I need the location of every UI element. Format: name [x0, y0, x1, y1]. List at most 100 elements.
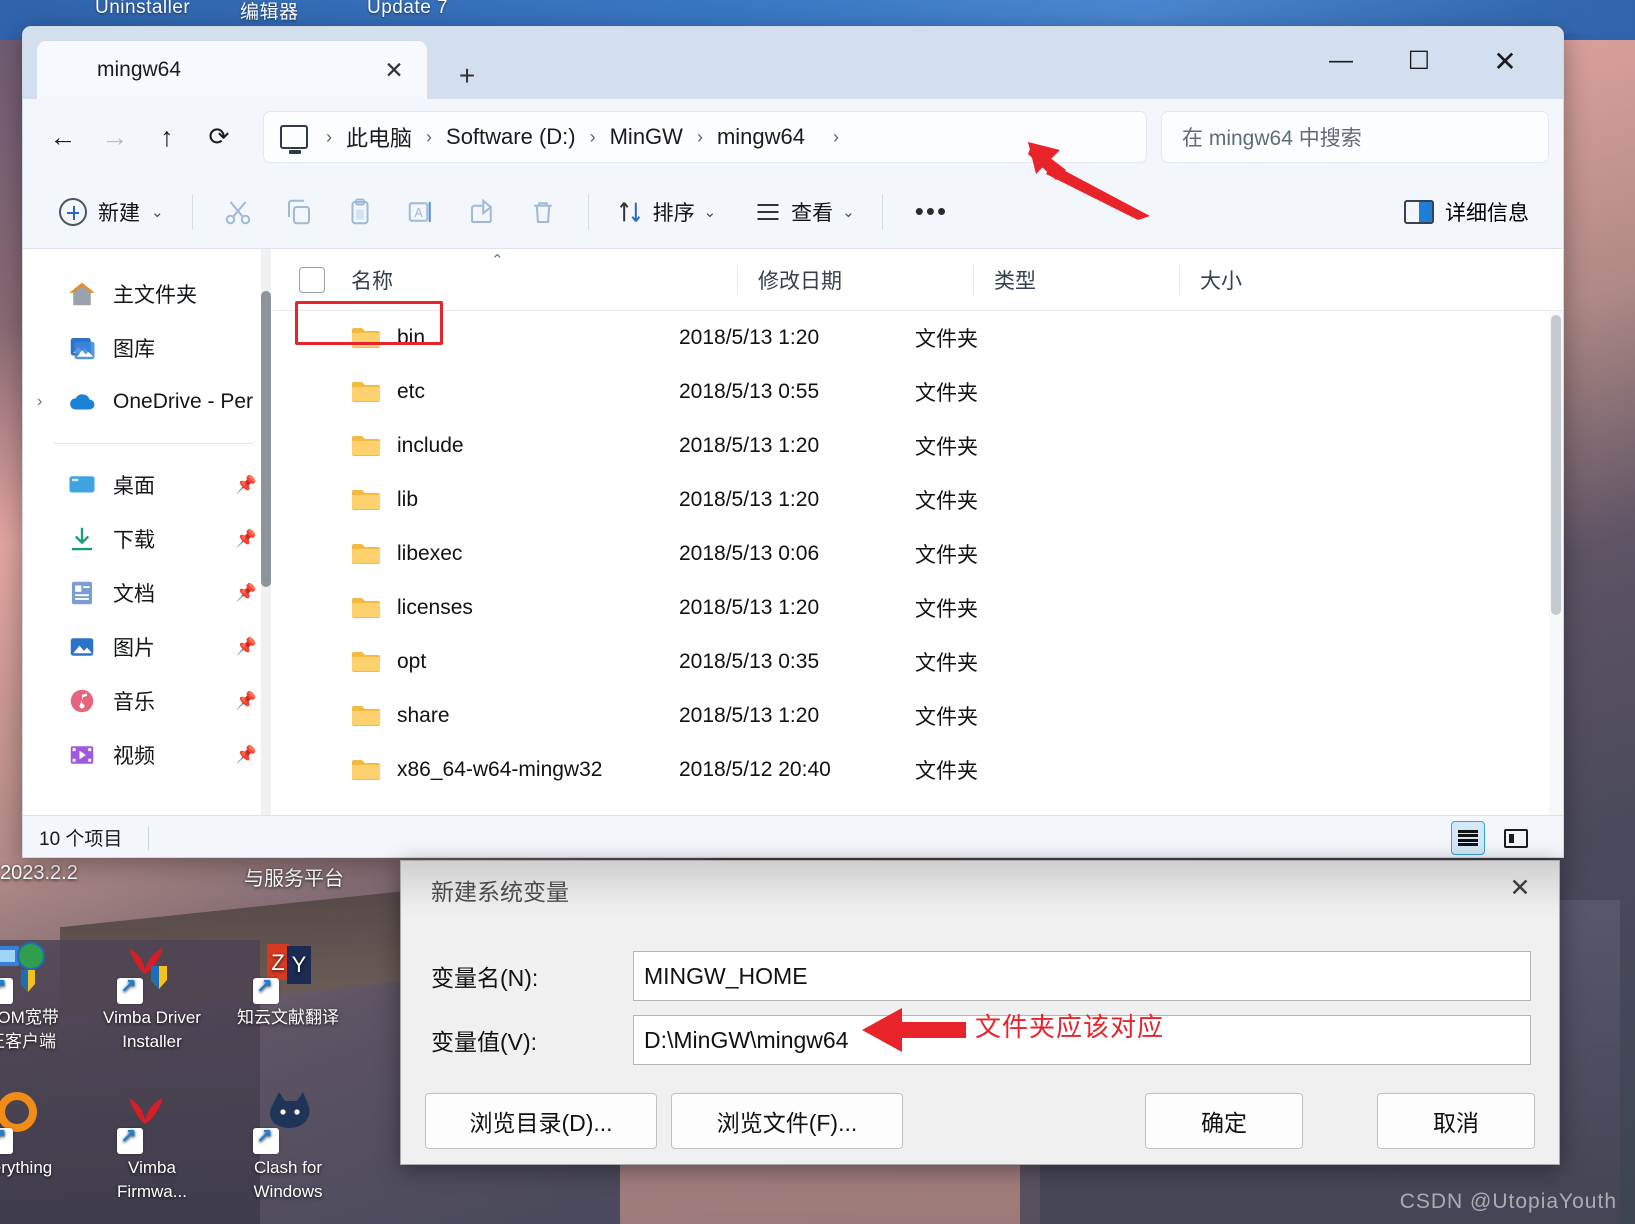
vimba-icon	[117, 940, 183, 1004]
minimize-button[interactable]: —	[1311, 37, 1371, 85]
tab-mingw64[interactable]: mingw64 ✕	[37, 41, 427, 99]
sidebar-item-music[interactable]: 音乐 📌	[23, 674, 273, 728]
desktop-icon-com-broadband[interactable]: COM宽带 正客户端	[0, 940, 82, 1054]
ok-button[interactable]: 确定	[1145, 1093, 1303, 1149]
table-row[interactable]: etc 2018/5/13 0:55 文件夹	[273, 365, 1563, 419]
up-button[interactable]: ↑	[141, 111, 193, 163]
breadcrumb-separator-trailing[interactable]: ›	[833, 127, 839, 148]
view-button[interactable]: 查看 ⌄	[743, 191, 866, 233]
sidebar-item-videos[interactable]: 视频 📌	[23, 728, 273, 782]
pin-icon[interactable]: 📌	[236, 637, 257, 657]
more-options-button[interactable]: •••	[899, 196, 964, 227]
new-button[interactable]: 新建 ⌄	[47, 191, 176, 233]
column-header-size[interactable]: 大小	[1179, 264, 1319, 295]
browse-directory-button[interactable]: 浏览目录(D)...	[425, 1093, 657, 1149]
rename-button[interactable]: A	[392, 187, 450, 237]
column-header-type[interactable]: 类型	[973, 264, 1179, 295]
select-all-checkbox[interactable]	[299, 266, 325, 293]
table-row[interactable]: libexec 2018/5/13 0:06 文件夹	[273, 527, 1563, 581]
paste-button[interactable]	[331, 187, 389, 237]
delete-button[interactable]	[514, 187, 572, 237]
desktop-icon-vimba-firmware[interactable]: Vimba Firmwa...	[92, 1090, 212, 1204]
sort-ascending-caret: ⌃	[491, 252, 504, 269]
dialog-close-button[interactable]: ✕	[1499, 869, 1541, 907]
everything-icon	[0, 1090, 53, 1154]
tiles-view-toggle[interactable]	[1499, 821, 1533, 855]
sidebar-item-gallery[interactable]: 图库	[23, 321, 273, 375]
sidebar-item-documents[interactable]: 文档 📌	[23, 566, 273, 620]
table-row[interactable]: opt 2018/5/13 0:35 文件夹	[273, 635, 1563, 689]
close-window-button[interactable]: ✕	[1475, 37, 1535, 85]
plus-icon	[59, 197, 87, 226]
chevron-right-icon[interactable]: ›	[37, 393, 65, 411]
cut-button[interactable]	[209, 187, 267, 237]
file-name-cell: opt	[273, 650, 659, 674]
sidebar-item-pictures[interactable]: 图片 📌	[23, 620, 273, 674]
this-pc-icon	[280, 125, 308, 154]
new-tab-button[interactable]: +	[447, 57, 487, 95]
copy-button[interactable]	[270, 187, 328, 237]
pin-icon[interactable]: 📌	[236, 745, 257, 765]
maximize-button[interactable]: ☐	[1389, 37, 1449, 85]
table-row[interactable]: lib 2018/5/13 1:20 文件夹	[273, 473, 1563, 527]
pin-icon[interactable]: 📌	[236, 583, 257, 603]
breadcrumb-item-software-d[interactable]: Software (D:)	[432, 124, 590, 150]
file-list-pane: 名称 修改日期 类型 大小 ⌃ bin 2018/5/13 1:20 文件夹 etc 2…	[273, 249, 1563, 815]
desktop-icon-zhiyun-translate[interactable]: Z Y 知云文献翻译	[228, 940, 348, 1030]
variable-name-input[interactable]: MINGW_HOME	[633, 951, 1531, 1001]
breadcrumb-item-mingw64[interactable]: mingw64	[703, 124, 819, 150]
sidebar-item-label: 视频	[113, 745, 155, 768]
file-type-cell: 文件夹	[915, 436, 978, 459]
file-type-cell: 文件夹	[915, 490, 978, 513]
table-row[interactable]: bin 2018/5/13 1:20 文件夹	[273, 301, 1563, 365]
column-header-modified[interactable]: 修改日期	[737, 264, 973, 295]
toolbar-divider	[587, 193, 589, 230]
desktop-icon-label-2: 正客户端	[0, 1032, 56, 1051]
file-name-label: bin	[397, 326, 426, 349]
sidebar-item-onedrive[interactable]: › OneDrive - Per	[23, 375, 273, 429]
back-button[interactable]: ←	[37, 111, 89, 163]
breadcrumb[interactable]: › 此电脑 › Software (D:) › MinGW › mingw64 …	[263, 111, 1147, 163]
sidebar-item-desktop[interactable]: 桌面 📌	[23, 458, 273, 512]
table-row[interactable]: x86_64-w64-mingw32 2018/5/12 20:40 文件夹	[273, 743, 1563, 797]
table-row[interactable]: include 2018/5/13 1:20 文件夹	[273, 419, 1563, 473]
forward-button[interactable]: →	[89, 111, 141, 163]
pin-icon[interactable]: 📌	[236, 691, 257, 711]
shortcut-arrow-icon	[253, 975, 279, 1004]
details-view-toggle[interactable]	[1451, 821, 1485, 855]
desktop-label-uninstaller: Uninstaller	[95, 0, 191, 18]
close-tab-button[interactable]: ✕	[377, 53, 411, 87]
shortcut-arrow-icon	[117, 975, 143, 1004]
table-row[interactable]: share 2018/5/13 1:20 文件夹	[273, 689, 1563, 743]
sidebar-item-downloads[interactable]: 下载 📌	[23, 512, 273, 566]
file-rows: bin 2018/5/13 1:20 文件夹 etc 2018/5/13 0:55 文件夹…	[273, 301, 1563, 797]
table-row[interactable]: licenses 2018/5/13 1:20 文件夹	[273, 581, 1563, 635]
file-name-cell: licenses	[273, 596, 659, 620]
browse-file-button[interactable]: 浏览文件(F)...	[671, 1093, 903, 1149]
vimba-icon	[117, 1090, 183, 1154]
annotation-note-value: 文件夹应该对应	[975, 1012, 1165, 1042]
breadcrumb-item-mingw[interactable]: MinGW	[596, 124, 697, 150]
file-list-scrollbar-thumb[interactable]	[1551, 315, 1561, 615]
pin-icon[interactable]: 📌	[236, 529, 257, 549]
desktop-icon-clash-for-windows[interactable]: Clash for Windows	[228, 1090, 348, 1204]
search-input[interactable]: 在 mingw64 中搜索	[1161, 111, 1549, 163]
folder-icon	[351, 488, 381, 512]
desktop-version-text: 2023.2.2	[0, 862, 78, 884]
sort-button-label: 排序	[652, 201, 695, 225]
refresh-button[interactable]: ⟳	[193, 111, 245, 163]
column-header-name[interactable]: 名称	[351, 265, 737, 295]
sort-button[interactable]: 排序 ⌄	[605, 191, 728, 233]
clash-cat-icon	[253, 1090, 319, 1154]
breadcrumb-item-this-pc[interactable]: 此电脑	[332, 121, 426, 153]
details-pane-button[interactable]: 详细信息	[1394, 191, 1539, 233]
cancel-button[interactable]: 取消	[1377, 1093, 1535, 1149]
videos-icon	[65, 740, 99, 770]
pin-icon[interactable]: 📌	[236, 475, 257, 495]
folder-icon	[351, 326, 381, 350]
sidebar-item-home[interactable]: 主文件夹	[23, 267, 273, 321]
desktop-icon-vimba-driver-installer[interactable]: Vimba Driver Installer	[92, 940, 212, 1054]
share-button[interactable]	[453, 187, 511, 237]
desktop-icon-everything[interactable]: erything	[0, 1090, 82, 1180]
dialog-titlebar: 新建系统变量 ✕	[401, 861, 1559, 917]
